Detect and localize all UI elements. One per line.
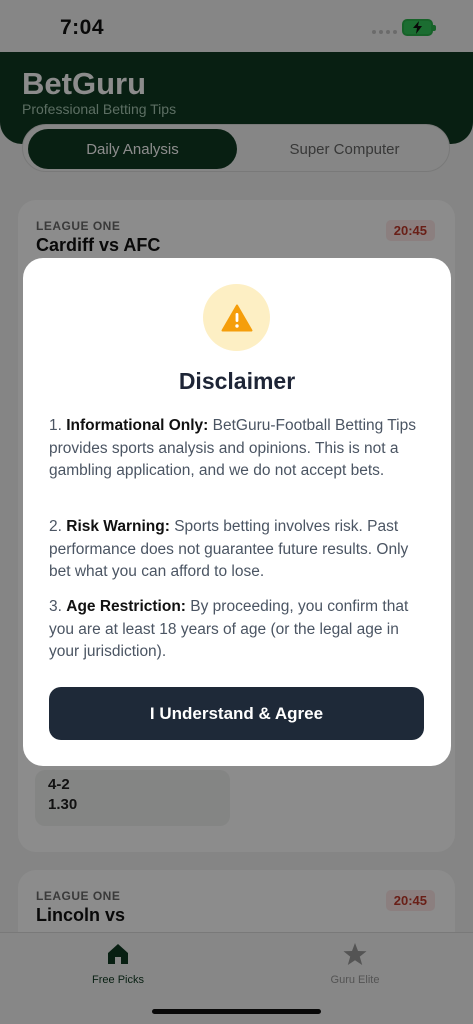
disclaimer-item-risk: 2. Risk Warning: Sports betting involves… [49,518,409,580]
warning-icon [203,284,270,351]
disclaimer-item-informational: 1. Informational Only: BetGuru-Football … [49,417,416,479]
disclaimer-modal: Disclaimer 1. Informational Only: BetGur… [23,258,451,766]
agree-button[interactable]: I Understand & Agree [49,687,424,740]
modal-title: Disclaimer [178,368,296,394]
disclaimer-item-age: 3. Age Restriction: By proceeding, you c… [49,598,409,660]
